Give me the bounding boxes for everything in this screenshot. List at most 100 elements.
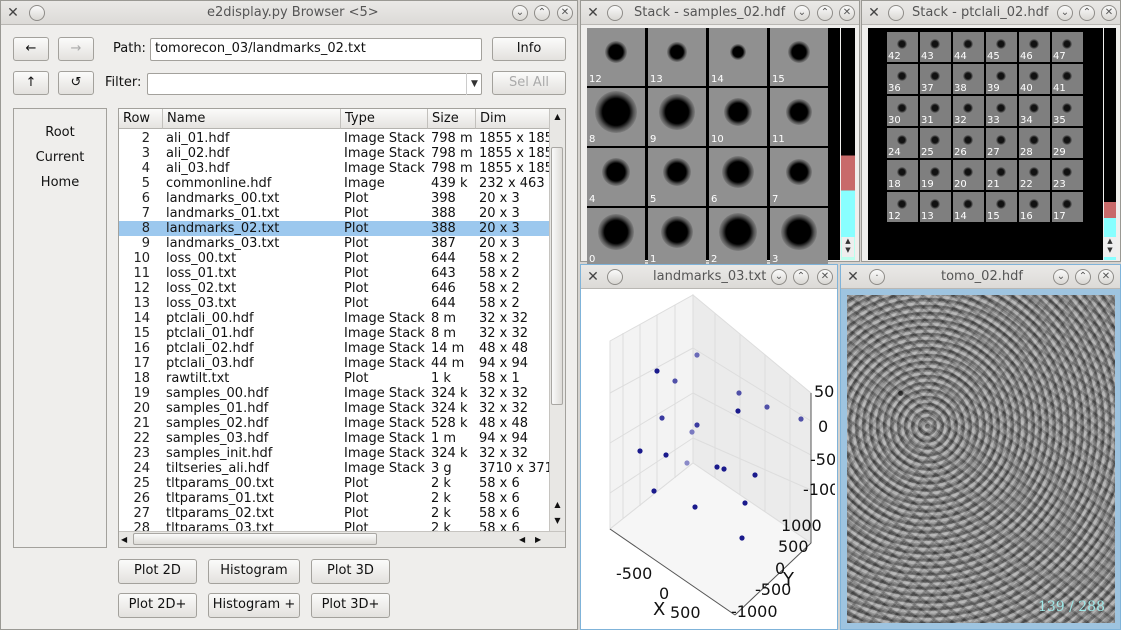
maximize-button[interactable]: ⌃ bbox=[817, 5, 833, 21]
stack-image-cell[interactable]: 21 bbox=[986, 160, 1017, 190]
vertical-scrollbar[interactable]: ▲ ▲ ▼ bbox=[549, 109, 565, 531]
stack-ptclali-titlebar[interactable]: ✕ Stack - ptclali_02.hdf ⌄ ⌃ ✕ bbox=[862, 1, 1120, 25]
plot-3d-plus-button[interactable]: Plot 3D+ bbox=[311, 593, 390, 618]
filter-combo[interactable] bbox=[147, 73, 482, 95]
stack-image-cell[interactable]: 13 bbox=[648, 28, 706, 86]
minimize-button[interactable]: ⌄ bbox=[1057, 5, 1073, 21]
stack-image-cell[interactable]: 18 bbox=[887, 160, 918, 190]
table-row[interactable]: 5 commonline.hdf Image 439 k 232 x 463 bbox=[119, 176, 550, 191]
column-header-name[interactable]: Name bbox=[163, 109, 341, 129]
stack-image-cell[interactable]: 13 bbox=[920, 192, 951, 222]
stack-image-cell[interactable]: 11 bbox=[770, 88, 828, 146]
column-header-size[interactable]: Size bbox=[428, 109, 476, 129]
forward-button[interactable]: → bbox=[58, 37, 94, 61]
table-row[interactable]: 24 tiltseries_ali.hdf Image Stack 3 g 3710 x… bbox=[119, 461, 550, 476]
nav-home[interactable]: Home bbox=[14, 175, 106, 190]
table-row[interactable]: 3 ali_02.hdf Image Stack 798 m 1855 x 185 bbox=[119, 146, 550, 161]
table-row[interactable]: 22 samples_03.hdf Image Stack 1 m 94 x 94 bbox=[119, 431, 550, 446]
nav-current[interactable]: Current bbox=[14, 150, 106, 165]
table-row[interactable]: 19 samples_00.hdf Image Stack 324 k 32 x 32 bbox=[119, 386, 550, 401]
table-row[interactable]: 28 tltparams_03.txt Plot 2 k 58 x 6 bbox=[119, 521, 550, 531]
maximize-button[interactable]: ⌃ bbox=[793, 269, 809, 285]
table-row[interactable]: 6 landmarks_00.txt Plot 398 20 x 3 bbox=[119, 191, 550, 206]
stack-samples-titlebar[interactable]: ✕ Stack - samples_02.hdf ⌄ ⌃ ✕ bbox=[581, 1, 859, 25]
stack-image-cell[interactable]: 1 bbox=[648, 208, 706, 266]
close-button[interactable]: ✕ bbox=[1098, 269, 1114, 285]
stack-image-cell[interactable]: 3 bbox=[770, 208, 828, 266]
stack-image-cell[interactable]: 10 bbox=[709, 88, 767, 146]
table-row[interactable]: 13 loss_03.txt Plot 644 58 x 2 bbox=[119, 296, 550, 311]
close-button[interactable]: ✕ bbox=[817, 269, 833, 285]
table-row[interactable]: 10 loss_00.txt Plot 644 58 x 2 bbox=[119, 251, 550, 266]
stack-image-cell[interactable]: 40 bbox=[1019, 64, 1050, 94]
scroll-right-arrow-icon[interactable]: ▶ bbox=[535, 532, 541, 547]
stack-image-cell[interactable]: 47 bbox=[1052, 32, 1083, 62]
window-menu-button[interactable] bbox=[29, 5, 45, 21]
tomogram-image[interactable]: 139 / 288 bbox=[847, 295, 1115, 623]
intensity-bar[interactable] bbox=[841, 28, 855, 260]
stack-image-cell[interactable]: 41 bbox=[1052, 64, 1083, 94]
histogram-plus-button[interactable]: Histogram + bbox=[208, 593, 300, 618]
stack-image-cell[interactable]: 39 bbox=[986, 64, 1017, 94]
window-menu-button[interactable] bbox=[888, 5, 904, 21]
tomo-titlebar[interactable]: ✕ · tomo_02.hdf ⌄ ⌃ ✕ bbox=[841, 265, 1120, 289]
stack-image-cell[interactable]: 37 bbox=[920, 64, 951, 94]
table-row[interactable]: 2 ali_01.hdf Image Stack 798 m 1855 x 185 bbox=[119, 131, 550, 146]
window-menu-button[interactable]: · bbox=[869, 269, 885, 285]
table-row[interactable]: 23 samples_init.hdf Image Stack 324 k 32 x 3… bbox=[119, 446, 550, 461]
horizontal-scrollbar[interactable]: ◀ ◀ ▶ bbox=[119, 531, 565, 547]
table-row[interactable]: 27 tltparams_02.txt Plot 2 k 58 x 6 bbox=[119, 506, 550, 521]
window-menu-button[interactable] bbox=[607, 5, 623, 21]
stack-image-cell[interactable]: 2 bbox=[709, 208, 767, 266]
window-menu-button[interactable] bbox=[607, 269, 623, 285]
stack-image-cell[interactable]: 9 bbox=[648, 88, 706, 146]
stack-image-cell[interactable]: 46 bbox=[1019, 32, 1050, 62]
image-stack-grid[interactable]: 42 43 44 45 46 47 36 37 38 39 40 41 30 31 32 33 34 35 24 25… bbox=[868, 28, 1103, 260]
image-stack-grid[interactable]: 12 13 14 15 8 9 10 11 4 5 6 7 0 1 2 3 bbox=[587, 28, 840, 266]
scroll-left-arrow-icon[interactable]: ◀ bbox=[519, 532, 525, 547]
table-row[interactable]: 15 ptclali_01.hdf Image Stack 8 m 32 x 32 bbox=[119, 326, 550, 341]
stack-image-cell[interactable]: 15 bbox=[770, 28, 828, 86]
stack-image-cell[interactable]: 0 bbox=[587, 208, 645, 266]
plot-2d-button[interactable]: Plot 2D bbox=[118, 559, 197, 584]
stack-image-cell[interactable]: 14 bbox=[953, 192, 984, 222]
stack-image-cell[interactable]: 38 bbox=[953, 64, 984, 94]
stack-image-cell[interactable]: 23 bbox=[1052, 160, 1083, 190]
table-row[interactable]: 16 ptclali_02.hdf Image Stack 14 m 48 x 48 bbox=[119, 341, 550, 356]
stack-image-cell[interactable]: 42 bbox=[887, 32, 918, 62]
column-header-dim[interactable]: Dim bbox=[476, 109, 550, 129]
nav-root[interactable]: Root bbox=[14, 125, 106, 140]
plot3d-titlebar[interactable]: ✕ landmarks_03.txt ⌄ ⌃ ✕ bbox=[581, 265, 837, 289]
stack-image-cell[interactable]: 15 bbox=[986, 192, 1017, 222]
refresh-button[interactable]: ↺ bbox=[58, 71, 94, 95]
stack-image-cell[interactable]: 25 bbox=[920, 128, 951, 158]
column-header-row[interactable]: Row bbox=[119, 109, 163, 129]
histogram-button[interactable]: Histogram bbox=[208, 559, 300, 584]
stack-image-cell[interactable]: 26 bbox=[953, 128, 984, 158]
info-button[interactable]: Info bbox=[492, 37, 566, 61]
stack-image-cell[interactable]: 28 bbox=[1019, 128, 1050, 158]
stack-image-cell[interactable]: 29 bbox=[1052, 128, 1083, 158]
stack-image-cell[interactable]: 22 bbox=[1019, 160, 1050, 190]
table-row[interactable]: 11 loss_01.txt Plot 643 58 x 2 bbox=[119, 266, 550, 281]
stack-image-cell[interactable]: 32 bbox=[953, 96, 984, 126]
browser-titlebar[interactable]: ✕ e2display.py Browser <5> ⌄ ⌃ ✕ bbox=[1, 1, 577, 25]
table-row[interactable]: 18 rawtilt.txt Plot 1 k 58 x 1 bbox=[119, 371, 550, 386]
stack-image-cell[interactable]: 36 bbox=[887, 64, 918, 94]
minimize-button[interactable]: ⌄ bbox=[1053, 269, 1069, 285]
back-button[interactable]: ← bbox=[13, 37, 49, 61]
stack-image-cell[interactable]: 45 bbox=[986, 32, 1017, 62]
maximize-button[interactable]: ⌃ bbox=[1075, 269, 1091, 285]
table-row[interactable]: 14 ptclali_00.hdf Image Stack 8 m 32 x 32 bbox=[119, 311, 550, 326]
up-button[interactable]: ↑ bbox=[13, 71, 49, 95]
close-button[interactable]: ✕ bbox=[1101, 5, 1117, 21]
stack-image-cell[interactable]: 14 bbox=[709, 28, 767, 86]
horizontal-scroll-thumb[interactable] bbox=[133, 533, 377, 545]
table-row[interactable]: 21 samples_02.hdf Image Stack 528 k 48 x 48 bbox=[119, 416, 550, 431]
stack-image-cell[interactable]: 35 bbox=[1052, 96, 1083, 126]
stack-image-cell[interactable]: 19 bbox=[920, 160, 951, 190]
minimize-button[interactable]: ⌄ bbox=[771, 269, 787, 285]
table-row[interactable]: 25 tltparams_00.txt Plot 2 k 58 x 6 bbox=[119, 476, 550, 491]
stack-image-cell[interactable]: 12 bbox=[587, 28, 645, 86]
close-button[interactable]: ✕ bbox=[839, 5, 855, 21]
